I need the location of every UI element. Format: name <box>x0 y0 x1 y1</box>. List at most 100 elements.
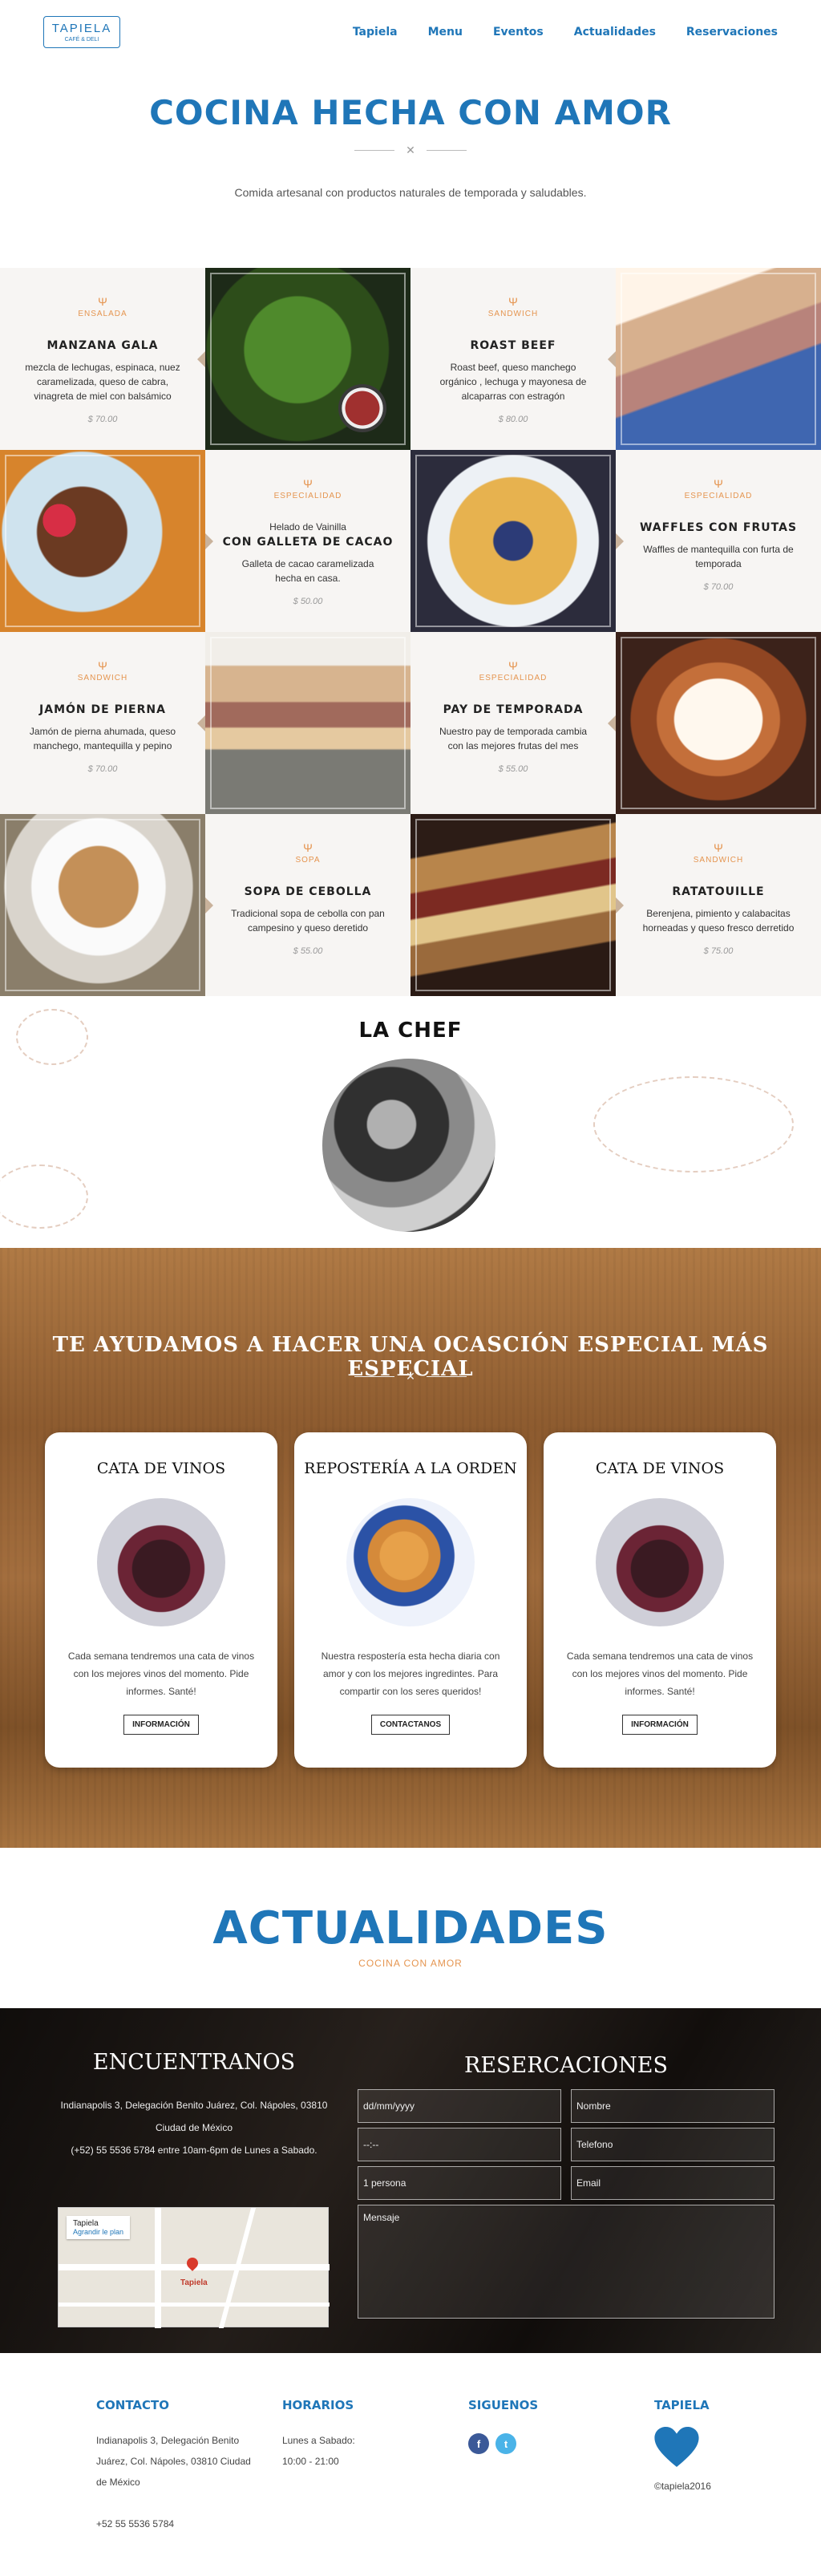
menu-card[interactable]: Ψ ESPECIALIDAD Helado de Vainilla CON GA… <box>205 450 410 632</box>
service-card-title: CATA DE VINOS <box>96 1460 226 1477</box>
footer-contact: CONTACTO Indianapolis 3, Delegación Beni… <box>96 2398 257 2534</box>
footer-social: SIGUENOS f t <box>468 2398 629 2454</box>
nav-item-tapiela[interactable]: Tapiela <box>353 26 398 38</box>
map-infobox: Tapiela Agrandir le plan <box>67 2216 131 2239</box>
chef-portrait <box>322 1059 495 1232</box>
menu-card[interactable]: Ψ SANDWICH ROAST BEEF Roast beef, queso … <box>410 268 616 450</box>
menu-card[interactable]: Ψ ESPECIALIDAD PAY DE TEMPORADA Nuestro … <box>410 632 616 814</box>
nav-item-eventos[interactable]: Eventos <box>493 26 544 38</box>
info-button[interactable]: INFORMACIÓN <box>123 1715 199 1735</box>
hero-divider: ✕ <box>0 144 821 157</box>
menu-card-price: $ 80.00 <box>498 415 528 424</box>
menu-card[interactable]: Ψ SOPA SOPA DE CEBOLLA Tradicional sopa … <box>205 814 410 996</box>
fork-icon: Ψ <box>508 659 518 672</box>
top-nav: TAPIELA CAFÉ & DELI Tapiela Menu Eventos… <box>0 0 821 64</box>
twitter-icon[interactable]: t <box>495 2433 516 2454</box>
wine-bottles-photo <box>97 1498 225 1626</box>
news-section: ACTUALIDADES COCINA CON AMOR <box>0 1848 821 2008</box>
menu-card-price: $ 70.00 <box>87 764 118 774</box>
service-card-title: CATA DE VINOS <box>595 1460 725 1477</box>
page: TAPIELA CAFÉ & DELI Tapiela Menu Eventos… <box>0 0 821 2576</box>
nav-item-menu[interactable]: Menu <box>428 26 463 38</box>
contact-section: ENCUENTRANOS Indianapolis 3, Delegación … <box>0 2008 821 2353</box>
service-card-title: REPOSTERÍA A LA ORDEN <box>304 1460 517 1477</box>
menu-card-category: ESPECIALIDAD <box>273 492 342 500</box>
service-card-text: Cada semana tendremos una cata de vinos … <box>67 1651 255 1697</box>
heart-icon <box>654 2427 699 2467</box>
location-title: ENCUENTRANOS <box>92 2050 296 2075</box>
footer-phone: +52 55 5536 5784 <box>96 2518 175 2529</box>
menu-card-category: ESPECIALIDAD <box>479 674 548 682</box>
footer-copyright: ©tapiela2016 <box>654 2481 711 2492</box>
menu-card-price: $ 55.00 <box>293 946 323 956</box>
cacao-dessert-photo <box>0 450 205 632</box>
hero-section: COCINA HECHA CON AMOR ✕ Comida artesanal… <box>0 93 821 199</box>
menu-card[interactable]: Ψ SANDWICH RATATOUILLE Berenjena, pimien… <box>616 814 821 996</box>
footer: CONTACTO Indianapolis 3, Delegación Beni… <box>0 2353 821 2576</box>
reservation-block: RESERCACIONES dd/mm/yyyy Nombre --:-- Te… <box>358 2053 774 2319</box>
nav-item-actualidades[interactable]: Actualidades <box>574 26 656 38</box>
location-phone-hours: (+52) 55 5536 5784 entre 10am-6pm de Lun… <box>71 2145 317 2156</box>
pastries-photo <box>346 1498 475 1626</box>
menu-card-desc: Roast beef, queso manchego orgánico , le… <box>439 362 587 402</box>
hero-subtitle: Comida artesanal con productos naturales… <box>234 186 587 199</box>
fork-knife-icon: ✕ <box>406 144 415 156</box>
menu-card-name: CON GALLETA DE CACAO <box>222 536 394 549</box>
facebook-icon[interactable]: f <box>468 2433 489 2454</box>
name-field[interactable]: Nombre <box>571 2089 774 2123</box>
menu-card-desc: Nuestro pay de temporada cambia con las … <box>439 726 588 751</box>
fork-knife-icon: ✕ <box>406 1370 415 1383</box>
service-card: CATA DE VINOS Cada semana tendremos una … <box>544 1432 776 1768</box>
logo-text: TAPIELA <box>51 22 112 35</box>
menu-card-desc: mezcla de lechugas, espinaca, nuez caram… <box>25 362 180 402</box>
info-button[interactable]: INFORMACIÓN <box>622 1715 698 1735</box>
reservation-form: dd/mm/yyyy Nombre --:-- Telefono 1 perso… <box>358 2089 774 2319</box>
fork-icon: Ψ <box>714 477 723 490</box>
hero-title: COCINA HECHA CON AMOR <box>149 93 672 132</box>
menu-card-category: SANDWICH <box>77 674 128 682</box>
footer-time: 10:00 - 21:00 <box>282 2456 339 2467</box>
reservation-title: RESERCACIONES <box>463 2053 669 2078</box>
menu-card[interactable]: Ψ ENSALADA MANZANA GALA mezcla de lechug… <box>0 268 205 450</box>
map-enlarge-link[interactable]: Agrandir le plan <box>73 2228 123 2236</box>
menu-card-desc: Jamón de pierna ahumada, queso manchego,… <box>29 726 176 751</box>
menu-card-price: $ 75.00 <box>703 946 734 956</box>
phone-field[interactable]: Telefono <box>571 2128 774 2161</box>
menu-card[interactable]: Ψ SANDWICH JAMÓN DE PIERNA Jamón de pier… <box>0 632 205 814</box>
people-select[interactable]: 1 persona <box>358 2166 561 2200</box>
onion-soup-photo <box>0 814 205 996</box>
menu-card-desc: Berenjena, pimiento y calabacitas hornea… <box>642 908 795 934</box>
menu-grid: Ψ ENSALADA MANZANA GALA mezcla de lechug… <box>0 268 821 996</box>
menu-card-price: $ 70.00 <box>703 582 734 592</box>
chef-title: LA CHEF <box>358 1019 463 1043</box>
service-card-text: Nuestra respostería esta hecha diaria co… <box>321 1651 500 1697</box>
menu-card-price: $ 50.00 <box>293 597 323 606</box>
contact-button[interactable]: CONTACTANOS <box>370 1715 451 1735</box>
logo[interactable]: TAPIELA CAFÉ & DELI <box>43 16 120 48</box>
ratatouille-photo <box>410 814 616 996</box>
location-map[interactable]: Tapiela Agrandir le plan Tapiela <box>58 2207 330 2328</box>
fork-icon: Ψ <box>303 841 313 854</box>
date-field[interactable]: dd/mm/yyyy <box>358 2089 561 2123</box>
main-menu: Tapiela Menu Eventos Actualidades Reserv… <box>353 26 778 38</box>
nav-item-reservaciones[interactable]: Reservaciones <box>686 26 778 38</box>
service-card: CATA DE VINOS Cada semana tendremos una … <box>45 1432 277 1768</box>
footer-hours: HORARIOS Lunes a Sabado: 10:00 - 21:00 <box>282 2398 443 2472</box>
services-divider: ✕ <box>0 1370 821 1383</box>
time-field[interactable]: --:-- <box>358 2128 561 2161</box>
pizza-sketch-decoration <box>593 1076 794 1173</box>
news-subtitle: COCINA CON AMOR <box>358 1958 463 1969</box>
message-textarea[interactable]: Mensaje <box>358 2205 774 2319</box>
footer-brand: TAPIELA ©tapiela2016 <box>654 2398 815 2497</box>
menu-card-category: ESPECIALIDAD <box>684 492 753 500</box>
footer-days: Lunes a Sabado: <box>282 2435 355 2446</box>
fork-icon: Ψ <box>98 295 107 308</box>
email-field[interactable]: Email <box>571 2166 774 2200</box>
salad-photo <box>205 268 410 450</box>
news-title: ACTUALIDADES <box>212 1902 609 1954</box>
menu-card[interactable]: Ψ ESPECIALIDAD WAFFLES CON FRUTAS Waffle… <box>616 450 821 632</box>
menu-card-name: PAY DE TEMPORADA <box>443 703 584 716</box>
menu-card-price: $ 55.00 <box>498 764 528 774</box>
wine-bottles-photo <box>596 1498 724 1626</box>
footer-address: Indianapolis 3, Delegación Benito Juárez… <box>96 2435 251 2488</box>
